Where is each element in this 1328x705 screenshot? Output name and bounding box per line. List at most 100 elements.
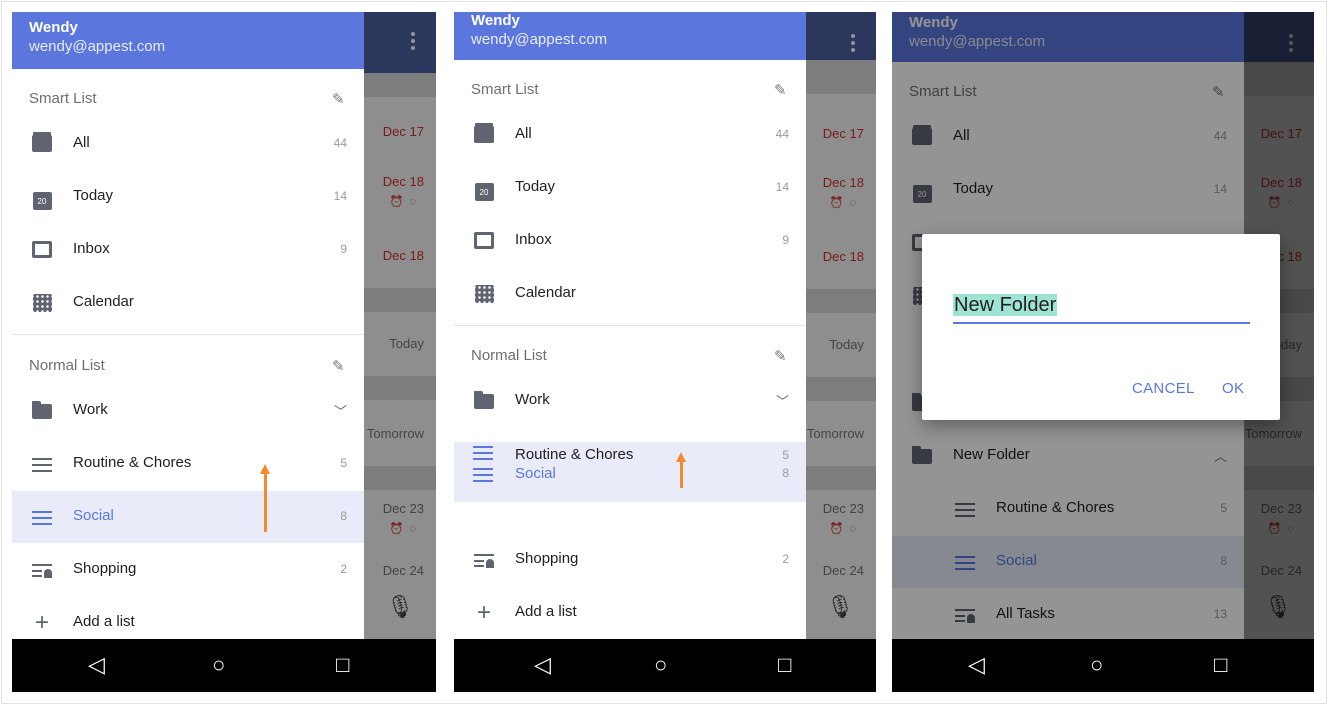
sidebar-item-work[interactable]: Work ﹀	[12, 385, 364, 437]
inbox-icon	[473, 230, 495, 252]
shared-list-icon	[31, 559, 53, 581]
navigation-drawer: Wendy wendy@appest.com Smart List ✎ All …	[454, 12, 806, 639]
item-label: Inbox	[515, 231, 552, 248]
ok-button[interactable]: OK	[1222, 380, 1244, 397]
all-tasks-icon	[473, 124, 495, 146]
navigation-drawer: Wendy wendy@appest.com Smart List ✎ All …	[12, 12, 364, 639]
calendar-day-icon: 20	[31, 186, 53, 210]
shared-list-icon	[473, 549, 495, 571]
item-count: 9	[340, 242, 347, 256]
inbox-icon	[31, 239, 53, 261]
back-icon[interactable]: ◁	[968, 653, 985, 677]
sidebar-item-today[interactable]: 20 Today 14	[12, 171, 364, 223]
item-count: 9	[782, 233, 789, 247]
sidebar-item-work[interactable]: Work ﹀	[454, 375, 806, 427]
folder-icon	[473, 390, 495, 412]
sidebar-item-all[interactable]: All 44	[454, 109, 806, 161]
item-label: Work	[73, 401, 108, 418]
drag-up-arrow	[676, 452, 686, 488]
user-name: Wendy	[29, 19, 78, 36]
plus-icon: +	[34, 609, 49, 636]
chevron-down-icon[interactable]: ﹀	[334, 401, 347, 420]
list-icon	[31, 506, 53, 528]
android-nav-bar: ◁ ○ □	[454, 639, 876, 692]
home-icon[interactable]: ○	[1090, 653, 1103, 677]
normal-list-heading: Normal List	[471, 347, 547, 364]
item-count: 5	[340, 456, 347, 470]
home-icon[interactable]: ○	[212, 653, 225, 677]
sidebar-item-social[interactable]: Social 8	[12, 491, 364, 543]
add-list-button[interactable]: + Add a list	[12, 597, 364, 639]
back-icon[interactable]: ◁	[88, 653, 105, 677]
home-icon[interactable]: ○	[654, 653, 667, 677]
list-icon	[31, 453, 53, 475]
recents-icon[interactable]: □	[336, 653, 349, 677]
drag-up-arrow	[260, 464, 270, 532]
calendar-day-icon: 20	[473, 177, 495, 201]
sidebar-item-calendar[interactable]: Calendar	[454, 268, 806, 320]
item-label: Shopping	[515, 550, 579, 567]
sidebar-item-inbox[interactable]: Inbox 9	[454, 215, 806, 267]
all-tasks-icon	[31, 133, 53, 155]
chevron-down-icon[interactable]: ﹀	[776, 391, 789, 410]
item-label: Add a list	[73, 613, 135, 630]
divider	[12, 334, 364, 335]
back-icon[interactable]: ◁	[534, 653, 551, 677]
sidebar-item-today[interactable]: 20 Today 14	[454, 162, 806, 214]
recents-icon[interactable]: □	[1214, 653, 1227, 677]
sidebar-item-calendar[interactable]: Calendar	[12, 277, 364, 329]
edit-pencil-icon[interactable]: ✎	[332, 357, 345, 375]
item-label: Routine & Chores	[73, 454, 192, 471]
item-label: All	[515, 125, 532, 142]
user-email: wendy@appest.com	[471, 31, 608, 48]
new-folder-dialog: New Folder CANCEL OK	[922, 234, 1280, 420]
calendar-grid-icon	[31, 292, 53, 314]
phone-screen-2: Dec 17 Dec 18 ⏰◌ Dec 18 Today Tomorrow D…	[454, 12, 876, 692]
account-header[interactable]: Wendy wendy@appest.com	[454, 12, 806, 60]
item-label: Today	[73, 187, 114, 204]
item-label: Calendar	[73, 293, 134, 310]
android-nav-bar: ◁ ○ □	[892, 639, 1314, 692]
smart-list-heading: Smart List	[29, 90, 97, 107]
item-count: 14	[775, 180, 789, 194]
item-count: 8	[782, 466, 789, 480]
phone-screen-1: Dec 17 Dec 18 ⏰◌ Dec 18 Today Tomorrow D…	[12, 12, 436, 692]
dragged-merged-lists[interactable]: Routine & Chores Social 5 8	[454, 442, 806, 502]
edit-pencil-icon[interactable]: ✎	[332, 90, 345, 108]
normal-list-heading: Normal List	[29, 357, 105, 374]
sidebar-item-all[interactable]: All 44	[12, 118, 364, 170]
sidebar-item-shopping[interactable]: Shopping 2	[12, 544, 364, 596]
item-label: Social	[515, 465, 556, 482]
sidebar-item-inbox[interactable]: Inbox 9	[12, 224, 364, 276]
item-label: Calendar	[515, 284, 576, 301]
item-label: All	[73, 134, 90, 151]
item-count: 5	[782, 448, 789, 462]
selected-text: New Folder	[953, 294, 1058, 316]
sidebar-item-routine[interactable]: Routine & Chores 5	[12, 438, 364, 490]
folder-icon	[31, 400, 53, 422]
item-count: 44	[333, 136, 347, 150]
phone-screen-3: Dec 17 Dec 18 ⏰◌ Dec 18 Today Tomorrow D…	[892, 12, 1314, 692]
edit-pencil-icon[interactable]: ✎	[774, 81, 787, 99]
item-count: 2	[340, 562, 347, 576]
item-count: 8	[340, 509, 347, 523]
user-name: Wendy	[471, 12, 520, 29]
edit-pencil-icon[interactable]: ✎	[774, 347, 787, 365]
folder-name-input[interactable]: New Folder	[953, 294, 1250, 324]
account-header[interactable]: Wendy wendy@appest.com	[12, 12, 364, 69]
item-label: Shopping	[73, 560, 137, 577]
item-label: Social	[73, 507, 114, 524]
android-nav-bar: ◁ ○ □	[12, 639, 436, 692]
item-label: Inbox	[73, 240, 110, 257]
item-count: 2	[782, 552, 789, 566]
cancel-button[interactable]: CANCEL	[1132, 380, 1195, 397]
user-email: wendy@appest.com	[29, 38, 166, 55]
recents-icon[interactable]: □	[778, 653, 791, 677]
item-count: 44	[775, 127, 789, 141]
item-label: Today	[515, 178, 556, 195]
smart-list-heading: Smart List	[471, 81, 539, 98]
sidebar-item-shopping[interactable]: Shopping 2	[454, 534, 806, 586]
item-label: Routine & Chores	[515, 446, 634, 463]
plus-icon: +	[476, 599, 491, 626]
add-list-button[interactable]: + Add a list	[454, 587, 806, 639]
